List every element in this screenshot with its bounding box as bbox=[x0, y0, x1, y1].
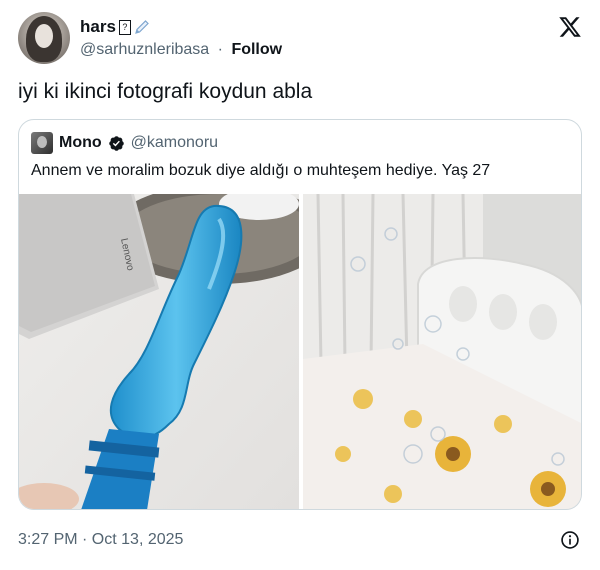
quoted-photo-bed[interactable] bbox=[303, 194, 581, 509]
quoted-tweet-header: Mono @kamonoru bbox=[31, 132, 218, 154]
quoted-tweet-text: Annem ve moralim bozuk diye aldığı o muh… bbox=[31, 162, 491, 179]
author-name-line[interactable]: hars ? bbox=[80, 17, 150, 37]
verified-badge-icon bbox=[108, 135, 124, 151]
x-logo-icon[interactable] bbox=[558, 15, 582, 39]
follow-button[interactable]: Follow bbox=[231, 41, 282, 58]
tweet-text: iyi ki ikinci fotografi koydun abla bbox=[18, 80, 313, 103]
author-display-name[interactable]: hars bbox=[80, 17, 116, 37]
quoted-author-name[interactable]: Mono bbox=[59, 134, 102, 152]
quoted-author-avatar[interactable] bbox=[31, 132, 53, 154]
author-avatar[interactable] bbox=[18, 12, 70, 64]
quoted-author-handle[interactable]: @kamonoru bbox=[131, 134, 218, 152]
info-icon[interactable] bbox=[560, 530, 580, 550]
tweet-footer: 3:27 PM · Oct 13, 2025 bbox=[18, 530, 582, 552]
pencil-emoji-icon bbox=[135, 20, 149, 34]
tweet-timestamp[interactable]: 3:27 PM · Oct 13, 2025 bbox=[18, 531, 183, 549]
bed-photo-illustration bbox=[303, 194, 581, 509]
quoted-photo-toy[interactable]: Lenovo bbox=[19, 194, 299, 509]
separator-dot: · bbox=[217, 41, 223, 58]
emoji-placeholder-icon: ? bbox=[118, 19, 131, 35]
quoted-tweet[interactable]: Mono @kamonoru Annem ve moralim bozuk di… bbox=[18, 119, 582, 510]
author-handle-line: @sarhuznleribasa · Follow bbox=[80, 41, 282, 59]
author-handle[interactable]: @sarhuznleribasa bbox=[80, 41, 209, 58]
toy-photo-illustration: Lenovo bbox=[19, 194, 299, 509]
tweet-header: hars ? @sarhuznleribasa · Follow bbox=[18, 12, 582, 66]
